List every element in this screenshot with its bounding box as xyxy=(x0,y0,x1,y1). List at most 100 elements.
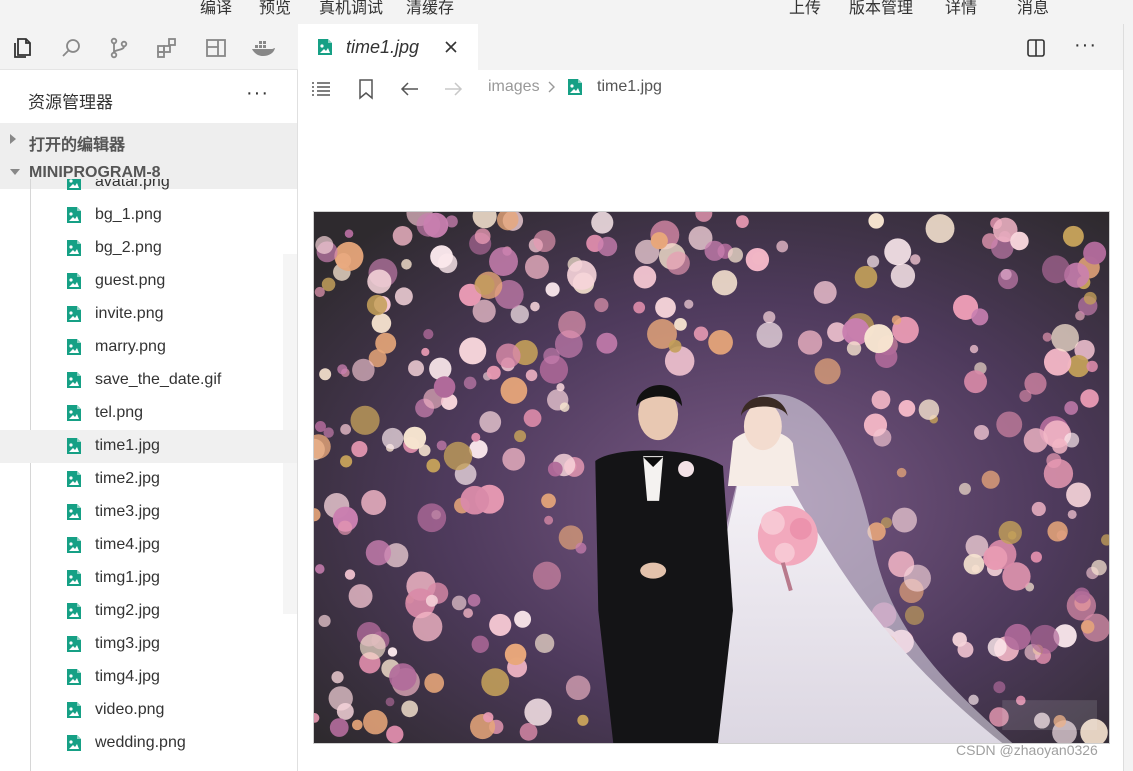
image-file-icon xyxy=(67,471,81,487)
chevron-down-icon xyxy=(10,169,20,175)
device-debug-button[interactable]: 真机调试 xyxy=(319,0,383,18)
file-item[interactable]: timg3.jpg xyxy=(0,628,297,661)
image-file-icon xyxy=(67,405,81,421)
back-arrow-icon[interactable] xyxy=(399,78,421,100)
file-item[interactable]: bg_1.png xyxy=(0,199,297,232)
more-actions-icon[interactable]: ··· xyxy=(246,82,269,105)
more-actions-icon[interactable]: ··· xyxy=(1074,34,1097,57)
docker-icon[interactable] xyxy=(249,34,277,62)
upload-button[interactable]: 上传 xyxy=(789,0,821,18)
right-edge-panel xyxy=(1123,24,1133,771)
file-item[interactable]: save_the_date.gif xyxy=(0,364,297,397)
file-item[interactable]: marry.png xyxy=(0,331,297,364)
image-preview xyxy=(313,211,1110,744)
file-item[interactable]: time4.jpg xyxy=(0,529,297,562)
file-name: time1.jpg xyxy=(95,437,160,454)
explorer-title: 资源管理器 xyxy=(28,93,113,112)
wedding-photo xyxy=(314,212,1109,743)
file-item[interactable]: timg1.jpg xyxy=(0,562,297,595)
file-item[interactable]: guest.png xyxy=(0,265,297,298)
file-item[interactable]: time1.jpg xyxy=(0,430,297,463)
file-item[interactable]: timg2.jpg xyxy=(0,595,297,628)
tab-label: time1.jpg xyxy=(346,37,420,57)
file-name: timg4.jpg xyxy=(95,668,160,685)
image-file-icon xyxy=(67,570,81,586)
details-button[interactable]: 详情 xyxy=(945,0,977,18)
image-file-icon xyxy=(67,636,81,652)
file-item[interactable]: wedding.png xyxy=(0,727,297,760)
file-name: tel.png xyxy=(95,404,144,421)
image-file-icon xyxy=(318,39,332,55)
image-file-icon xyxy=(67,504,81,520)
clear-cache-button[interactable]: 清缓存 xyxy=(406,0,454,18)
image-file-icon xyxy=(67,240,81,256)
preview-button[interactable]: 预览 xyxy=(259,0,291,18)
file-name: timg1.jpg xyxy=(95,569,160,586)
chevron-right-icon xyxy=(548,81,555,93)
compile-button[interactable]: 编译 xyxy=(200,0,232,18)
file-name: bg_2.png xyxy=(95,239,162,256)
files-icon[interactable] xyxy=(8,34,36,62)
file-item[interactable]: time2.jpg xyxy=(0,463,297,496)
version-button[interactable]: 版本管理 xyxy=(849,0,913,18)
file-item[interactable]: timg4.jpg xyxy=(0,661,297,694)
image-file-icon xyxy=(67,207,81,223)
image-file-icon xyxy=(67,702,81,718)
panel-icon[interactable] xyxy=(202,34,230,62)
file-name: time4.jpg xyxy=(95,536,160,553)
editor-tab-strip: time1.jpg ··· xyxy=(298,24,1123,70)
file-name: time3.jpg xyxy=(95,503,160,520)
open-editors-section[interactable]: 打开的编辑器 xyxy=(0,123,297,156)
image-file-icon xyxy=(67,372,81,388)
split-editor-icon[interactable] xyxy=(1026,38,1046,58)
messages-button[interactable]: 消息 xyxy=(1017,0,1049,18)
list-icon[interactable] xyxy=(310,78,332,100)
activity-bar xyxy=(0,24,298,70)
close-icon[interactable] xyxy=(443,39,459,55)
image-file-icon xyxy=(568,79,582,95)
file-name: marry.png xyxy=(95,338,166,355)
image-file-icon xyxy=(67,603,81,619)
file-item[interactable]: time3.jpg xyxy=(0,496,297,529)
editor-area: images time1.jpg xyxy=(298,70,1123,771)
forward-arrow-icon[interactable] xyxy=(442,78,464,100)
extensions-icon[interactable] xyxy=(153,34,181,62)
file-name: time2.jpg xyxy=(95,470,160,487)
image-file-icon xyxy=(67,438,81,454)
file-item[interactable]: bg_2.png xyxy=(0,232,297,265)
image-file-icon xyxy=(67,306,81,322)
explorer-sidebar: 资源管理器 ··· 打开的编辑器 MINIPROGRAM-8 avatar.pn… xyxy=(0,70,298,771)
watermark: CSDN @zhaoyan0326 xyxy=(956,742,1098,758)
breadcrumb-file[interactable]: time1.jpg xyxy=(597,78,662,96)
image-file-icon xyxy=(67,179,81,190)
explorer-header: 资源管理器 ··· xyxy=(0,70,297,123)
file-item[interactable]: video.png xyxy=(0,694,297,727)
bookmark-icon[interactable] xyxy=(355,78,377,100)
file-name: wedding.png xyxy=(95,734,186,751)
image-file-icon xyxy=(67,735,81,751)
file-name: avatar.png xyxy=(95,179,170,190)
image-file-icon xyxy=(67,537,81,553)
file-name: video.png xyxy=(95,701,165,718)
file-name: timg2.jpg xyxy=(95,602,160,619)
breadcrumb-folder[interactable]: images xyxy=(488,78,540,96)
file-name: save_the_date.gif xyxy=(95,371,222,388)
tab-time1[interactable]: time1.jpg xyxy=(298,24,478,70)
breadcrumb: images time1.jpg xyxy=(298,70,1123,106)
image-file-icon xyxy=(67,669,81,685)
file-name: timg3.jpg xyxy=(95,635,160,652)
image-file-icon xyxy=(67,339,81,355)
file-tree: avatar.png bg_1.png bg_2.png guest.png invit… xyxy=(0,179,297,771)
file-item[interactable]: tel.png xyxy=(0,397,297,430)
open-editors-label: 打开的编辑器 xyxy=(29,137,126,154)
chevron-right-icon xyxy=(10,134,16,144)
file-item[interactable]: invite.png xyxy=(0,298,297,331)
file-name: invite.png xyxy=(95,305,164,322)
source-control-icon[interactable] xyxy=(105,34,133,62)
file-name: guest.png xyxy=(95,272,166,289)
top-toolbar: 编译 预览 真机调试 清缓存 上传 版本管理 详情 消息 xyxy=(0,0,1133,24)
file-name: bg_1.png xyxy=(95,206,162,223)
search-icon[interactable] xyxy=(57,34,85,62)
image-file-icon xyxy=(67,273,81,289)
file-item[interactable]: avatar.png xyxy=(0,179,297,199)
